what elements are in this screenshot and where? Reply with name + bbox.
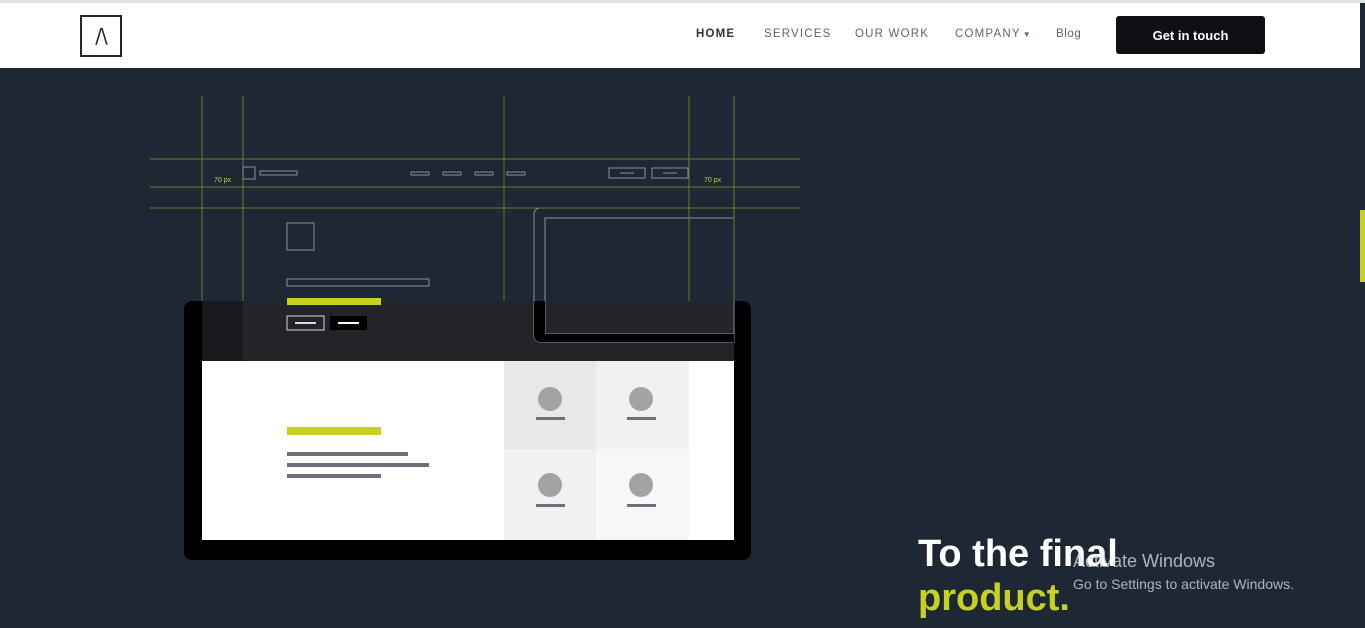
left-margin-label: 70 px [214, 177, 232, 184]
nav-home-link[interactable]: HOME [696, 28, 735, 40]
nav-services-link[interactable]: SERVICES [764, 28, 832, 40]
text-line-placeholder [287, 452, 408, 456]
avatar-icon [538, 473, 562, 497]
nav-blog-link[interactable]: Blog [1056, 28, 1081, 40]
nav-company-label: COMPANY [955, 28, 1021, 40]
guide-lines [150, 96, 800, 301]
avatar-icon [629, 387, 653, 411]
tile-caption [627, 504, 656, 507]
right-margin-label: 70 px [704, 177, 722, 184]
wireframe-accent-bar [287, 298, 381, 305]
wireframe-hero [286, 222, 430, 287]
brand-logo[interactable]: /\ [80, 15, 122, 57]
tile-caption [536, 504, 565, 507]
wireframe-button-dash [295, 322, 316, 324]
wireframe-illustration: 70 px 70 px [150, 96, 800, 560]
avatar-icon [538, 387, 562, 411]
caret-down-icon: ▼ [1022, 30, 1032, 39]
avatar-icon [629, 473, 653, 497]
scrollbar-thumb[interactable] [1360, 210, 1365, 282]
heading-placeholder [287, 427, 381, 435]
tile-caption [627, 417, 656, 420]
wireframe-button-dash [338, 322, 359, 324]
top-navbar: /\ HOME SERVICES OUR WORK COMPANY ▼ Blog … [0, 3, 1360, 68]
tile-caption [536, 417, 565, 420]
windows-activation-subtitle: Go to Settings to activate Windows. [1073, 576, 1294, 592]
wireframe-nav [242, 166, 689, 180]
nav-company-dropdown[interactable]: COMPANY ▼ [955, 28, 1032, 40]
scrollbar-track[interactable] [1360, 68, 1365, 628]
text-line-placeholder [287, 463, 429, 467]
screen-header-left [202, 301, 243, 361]
windows-activation-title: Activate Windows [1073, 551, 1216, 571]
text-line-placeholder [287, 474, 381, 478]
screen-header [202, 301, 734, 361]
nav-our-work-link[interactable]: OUR WORK [855, 28, 929, 40]
get-in-touch-button[interactable]: Get in touch [1116, 16, 1265, 54]
